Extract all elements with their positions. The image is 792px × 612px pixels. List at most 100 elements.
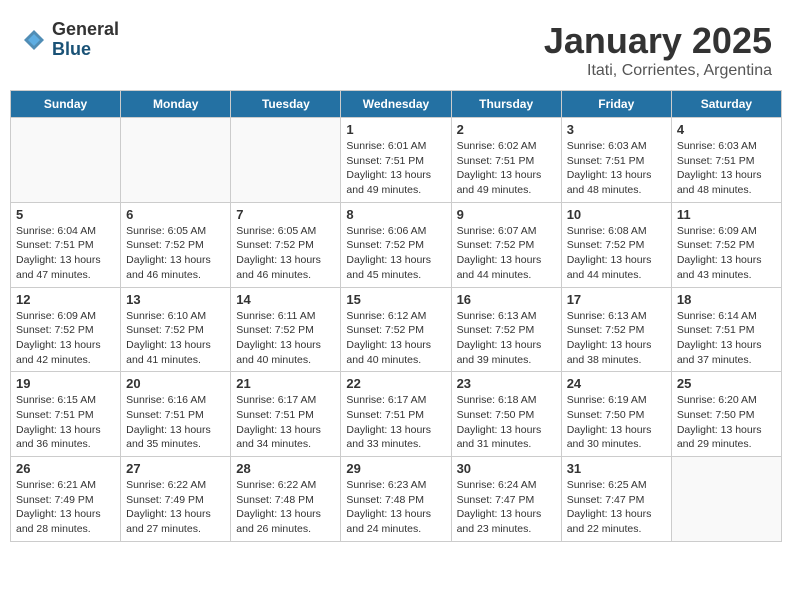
day-info: Sunrise: 6:19 AMSunset: 7:50 PMDaylight:… — [567, 393, 666, 452]
day-info: Sunrise: 6:22 AMSunset: 7:48 PMDaylight:… — [236, 478, 335, 537]
day-info: Sunrise: 6:10 AMSunset: 7:52 PMDaylight:… — [126, 309, 225, 368]
calendar-cell: 23 Sunrise: 6:18 AMSunset: 7:50 PMDayligh… — [451, 372, 561, 457]
col-friday: Friday — [561, 91, 671, 118]
calendar-cell: 29 Sunrise: 6:23 AMSunset: 7:48 PMDayligh… — [341, 457, 451, 542]
day-number: 29 — [346, 461, 445, 476]
day-number: 13 — [126, 292, 225, 307]
calendar-cell — [671, 457, 781, 542]
calendar-cell: 4 Sunrise: 6:03 AMSunset: 7:51 PMDaylight… — [671, 118, 781, 203]
logo-general-label: General — [52, 20, 119, 40]
day-number: 26 — [16, 461, 115, 476]
day-number: 31 — [567, 461, 666, 476]
day-number: 23 — [457, 376, 556, 391]
calendar-cell: 17Sunrise: 6:13 AMSunset: 7:52 PMDayligh… — [561, 287, 671, 372]
day-info: Sunrise: 6:13 AMSunset: 7:52 PMDaylight:… — [457, 309, 556, 368]
col-sunday: Sunday — [11, 91, 121, 118]
calendar-cell — [121, 118, 231, 203]
calendar-week-0: 1Sunrise: 6:01 AMSunset: 7:51 PMDaylight… — [11, 118, 782, 203]
day-info: Sunrise: 6:17 AMSunset: 7:51 PMDaylight:… — [236, 393, 335, 452]
calendar-cell: 7Sunrise: 6:05 AMSunset: 7:52 PMDaylight… — [231, 202, 341, 287]
day-info: Sunrise: 6:01 AMSunset: 7:51 PMDaylight:… — [346, 139, 445, 198]
day-number: 21 — [236, 376, 335, 391]
col-thursday: Thursday — [451, 91, 561, 118]
day-info: Sunrise: 6:07 AMSunset: 7:52 PMDaylight:… — [457, 224, 556, 283]
day-info: Sunrise: 6:18 AMSunset: 7:50 PMDaylight:… — [457, 393, 556, 452]
day-info: Sunrise: 6:09 AMSunset: 7:52 PMDaylight:… — [677, 224, 776, 283]
day-number: 8 — [346, 207, 445, 222]
day-number: 20 — [126, 376, 225, 391]
calendar-cell: 6 Sunrise: 6:05 AMSunset: 7:52 PMDaylight… — [121, 202, 231, 287]
day-info: Sunrise: 6:25 AMSunset: 7:47 PMDaylight:… — [567, 478, 666, 537]
day-number: 27 — [126, 461, 225, 476]
day-info: Sunrise: 6:04 AMSunset: 7:51 PMDaylight:… — [16, 224, 115, 283]
calendar-cell: 19 Sunrise: 6:15 AMSunset: 7:51 PMDayligh… — [11, 372, 121, 457]
day-number: 4 — [677, 122, 776, 137]
calendar-cell: 31 Sunrise: 6:25 AMSunset: 7:47 PMDayligh… — [561, 457, 671, 542]
calendar-cell: 13 Sunrise: 6:10 AMSunset: 7:52 PMDayligh… — [121, 287, 231, 372]
day-info: Sunrise: 6:24 AMSunset: 7:47 PMDaylight:… — [457, 478, 556, 537]
col-wednesday: Wednesday — [341, 91, 451, 118]
calendar-cell: 27Sunrise: 6:22 AMSunset: 7:49 PMDayligh… — [121, 457, 231, 542]
calendar-cell: 15Sunrise: 6:12 AMSunset: 7:52 PMDayligh… — [341, 287, 451, 372]
day-info: Sunrise: 6:17 AMSunset: 7:51 PMDaylight:… — [346, 393, 445, 452]
day-number: 17 — [567, 292, 666, 307]
day-number: 28 — [236, 461, 335, 476]
day-number: 12 — [16, 292, 115, 307]
calendar-cell: 8Sunrise: 6:06 AMSunset: 7:52 PMDaylight… — [341, 202, 451, 287]
calendar-cell: 25 Sunrise: 6:20 AMSunset: 7:50 PMDayligh… — [671, 372, 781, 457]
calendar-cell: 3 Sunrise: 6:03 AMSunset: 7:51 PMDaylight… — [561, 118, 671, 203]
calendar-cell: 21 Sunrise: 6:17 AMSunset: 7:51 PMDayligh… — [231, 372, 341, 457]
day-number: 9 — [457, 207, 556, 222]
calendar-cell: 28 Sunrise: 6:22 AMSunset: 7:48 PMDayligh… — [231, 457, 341, 542]
day-info: Sunrise: 6:03 AMSunset: 7:51 PMDaylight:… — [567, 139, 666, 198]
calendar-cell: 5 Sunrise: 6:04 AMSunset: 7:51 PMDaylight… — [11, 202, 121, 287]
day-number: 22 — [346, 376, 445, 391]
day-number: 18 — [677, 292, 776, 307]
calendar-cell: 26Sunrise: 6:21 AMSunset: 7:49 PMDayligh… — [11, 457, 121, 542]
day-info: Sunrise: 6:03 AMSunset: 7:51 PMDaylight:… — [677, 139, 776, 198]
day-info: Sunrise: 6:20 AMSunset: 7:50 PMDaylight:… — [677, 393, 776, 452]
location-title: Itati, Corrientes, Argentina — [544, 62, 772, 80]
day-info: Sunrise: 6:09 AMSunset: 7:52 PMDaylight:… — [16, 309, 115, 368]
calendar-cell: 18 Sunrise: 6:14 AMSunset: 7:51 PMDayligh… — [671, 287, 781, 372]
day-number: 5 — [16, 207, 115, 222]
calendar-week-1: 5 Sunrise: 6:04 AMSunset: 7:51 PMDaylight… — [11, 202, 782, 287]
calendar-cell: 24 Sunrise: 6:19 AMSunset: 7:50 PMDayligh… — [561, 372, 671, 457]
calendar-cell: 20 Sunrise: 6:16 AMSunset: 7:51 PMDayligh… — [121, 372, 231, 457]
day-number: 14 — [236, 292, 335, 307]
day-number: 19 — [16, 376, 115, 391]
calendar-cell: 1Sunrise: 6:01 AMSunset: 7:51 PMDaylight… — [341, 118, 451, 203]
logo-icon — [20, 26, 48, 54]
month-title: January 2025 — [544, 20, 772, 62]
title-block: January 2025 Itati, Corrientes, Argentin… — [544, 20, 772, 80]
day-info: Sunrise: 6:12 AMSunset: 7:52 PMDaylight:… — [346, 309, 445, 368]
day-info: Sunrise: 6:23 AMSunset: 7:48 PMDaylight:… — [346, 478, 445, 537]
day-number: 25 — [677, 376, 776, 391]
day-number: 16 — [457, 292, 556, 307]
day-number: 30 — [457, 461, 556, 476]
calendar-cell: 16 Sunrise: 6:13 AMSunset: 7:52 PMDayligh… — [451, 287, 561, 372]
calendar-header-row: Sunday Monday Tuesday Wednesday Thursday… — [11, 91, 782, 118]
calendar-week-4: 26Sunrise: 6:21 AMSunset: 7:49 PMDayligh… — [11, 457, 782, 542]
calendar-cell — [231, 118, 341, 203]
logo-text: General Blue — [52, 20, 119, 60]
day-info: Sunrise: 6:08 AMSunset: 7:52 PMDaylight:… — [567, 224, 666, 283]
calendar-cell: 12 Sunrise: 6:09 AMSunset: 7:52 PMDayligh… — [11, 287, 121, 372]
day-info: Sunrise: 6:14 AMSunset: 7:51 PMDaylight:… — [677, 309, 776, 368]
page-header: General Blue January 2025 Itati, Corrien… — [10, 10, 782, 85]
calendar-cell: 2Sunrise: 6:02 AMSunset: 7:51 PMDaylight… — [451, 118, 561, 203]
day-info: Sunrise: 6:16 AMSunset: 7:51 PMDaylight:… — [126, 393, 225, 452]
day-number: 2 — [457, 122, 556, 137]
calendar-cell — [11, 118, 121, 203]
day-info: Sunrise: 6:05 AMSunset: 7:52 PMDaylight:… — [126, 224, 225, 283]
day-number: 6 — [126, 207, 225, 222]
calendar-cell: 11Sunrise: 6:09 AMSunset: 7:52 PMDayligh… — [671, 202, 781, 287]
calendar-cell: 9 Sunrise: 6:07 AMSunset: 7:52 PMDaylight… — [451, 202, 561, 287]
day-info: Sunrise: 6:15 AMSunset: 7:51 PMDaylight:… — [16, 393, 115, 452]
day-info: Sunrise: 6:11 AMSunset: 7:52 PMDaylight:… — [236, 309, 335, 368]
day-number: 24 — [567, 376, 666, 391]
calendar-cell: 30 Sunrise: 6:24 AMSunset: 7:47 PMDayligh… — [451, 457, 561, 542]
day-number: 3 — [567, 122, 666, 137]
day-number: 10 — [567, 207, 666, 222]
calendar-cell: 14 Sunrise: 6:11 AMSunset: 7:52 PMDayligh… — [231, 287, 341, 372]
